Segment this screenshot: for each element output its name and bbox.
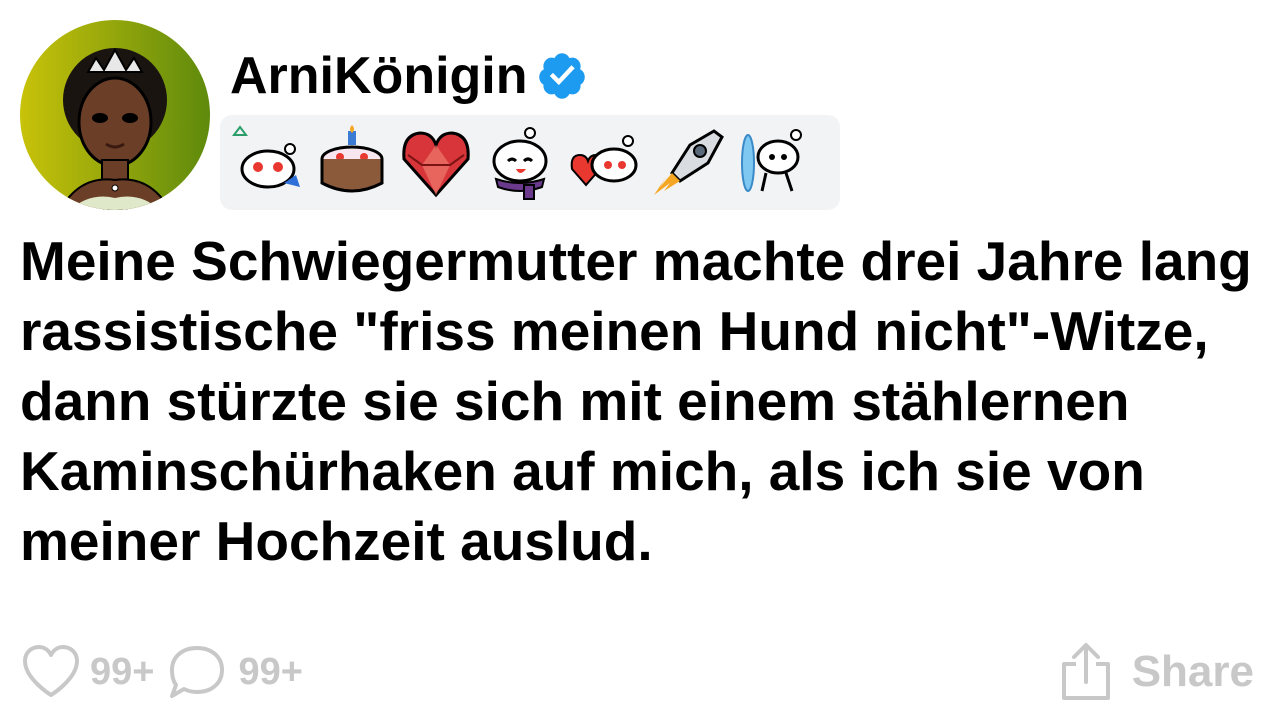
share-label: Share (1131, 647, 1254, 696)
heart-icon (23, 645, 79, 697)
share-button[interactable]: Share (1058, 640, 1254, 704)
post-author[interactable]: ArniKönigin (230, 44, 588, 108)
snoo-heart-badge-icon (570, 134, 638, 187)
post-title: Meine Schwiegermutter machte drei Jahre … (20, 230, 1252, 572)
rocket-badge-icon (654, 128, 724, 195)
verified-badge-icon (538, 53, 585, 99)
birthday-cake-badge-icon (320, 124, 384, 192)
snoo-triangle-badge-icon (232, 124, 300, 188)
comment-bubble-icon (170, 646, 225, 698)
comment-count: 99+ (238, 650, 303, 693)
snoo-scarf-badge-icon (492, 126, 548, 200)
username[interactable]: ArniKönigin (230, 44, 528, 108)
comment-button[interactable]: 99+ (166, 642, 303, 702)
badge-strip (220, 115, 840, 210)
share-icon (1061, 643, 1110, 700)
like-count: 99+ (90, 650, 155, 693)
snoo-portal-badge-icon (741, 128, 802, 192)
gem-heart-badge-icon (402, 130, 470, 197)
avatar-image (20, 20, 210, 210)
avatar[interactable] (20, 20, 210, 210)
post-actions: 99+ 99+ (20, 640, 303, 704)
like-button[interactable]: 99+ (20, 643, 154, 701)
